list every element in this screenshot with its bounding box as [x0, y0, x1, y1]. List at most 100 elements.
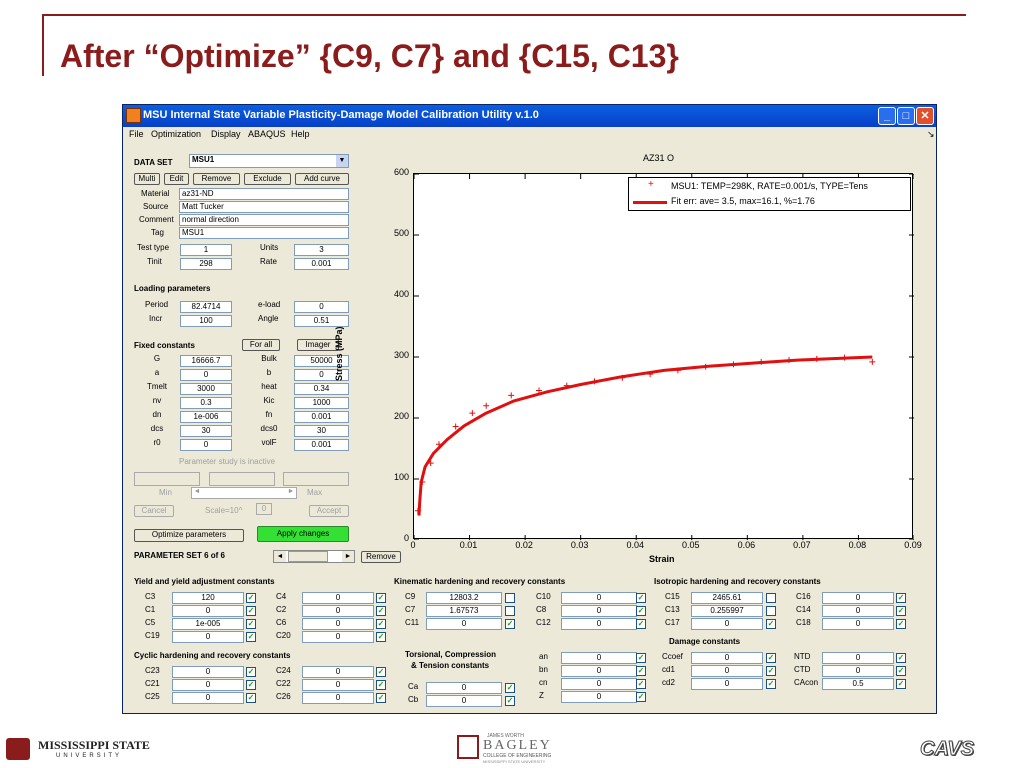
eload-field[interactable]: 0	[294, 301, 349, 313]
slider-left-icon[interactable]: ◄	[192, 488, 202, 498]
kinematic-check-0-1[interactable]: ✓	[636, 593, 646, 603]
torsion-r-field-2[interactable]: 0	[561, 678, 637, 690]
kinematic-field-1-0[interactable]: 1.67573	[426, 605, 502, 617]
forall-button[interactable]: For all	[242, 339, 280, 351]
yield-field-3-0[interactable]: 0	[172, 631, 244, 643]
rate-field[interactable]: 0.001	[294, 258, 349, 270]
fixed-field-r-2[interactable]: 0.34	[294, 383, 349, 395]
kinematic-check-2-1[interactable]: ✓	[636, 619, 646, 629]
fixed-field-0[interactable]: 16666.7	[180, 355, 232, 367]
isotropic-field-2-1[interactable]: 0	[822, 618, 894, 630]
damage-check-r-2[interactable]: ✓	[896, 679, 906, 689]
fixed-field-6[interactable]: 0	[180, 439, 232, 451]
isotropic-field-2-0[interactable]: 0	[691, 618, 763, 630]
isotropic-check-2-0[interactable]: ✓	[766, 619, 776, 629]
fixed-field-3[interactable]: 0.3	[180, 397, 232, 409]
isotropic-field-0-0[interactable]: 2465.61	[691, 592, 763, 604]
remove-curve-button[interactable]: Remove	[193, 173, 240, 185]
remove-paramset-button[interactable]: Remove	[361, 551, 401, 563]
yield-field-1-0[interactable]: 0	[172, 605, 244, 617]
torsion-r-field-0[interactable]: 0	[561, 652, 637, 664]
damage-field-r-0[interactable]: 0	[822, 652, 894, 664]
torsion-r-check-3[interactable]: ✓	[636, 692, 646, 702]
maximize-button[interactable]: □	[897, 107, 915, 125]
menu-file[interactable]: File	[129, 129, 144, 139]
torsion-r-field-3[interactable]: 0	[561, 691, 637, 703]
cyclic-check-0-1[interactable]: ✓	[376, 667, 386, 677]
fixed-field-r-6[interactable]: 0.001	[294, 439, 349, 451]
menu-display[interactable]: Display	[211, 129, 241, 139]
yield-check-2-1[interactable]: ✓	[376, 619, 386, 629]
paramset-scrollbar[interactable]: ◄ ►	[273, 550, 355, 563]
damage-field-2[interactable]: 0	[691, 678, 763, 690]
kinematic-check-0-0[interactable]	[505, 593, 515, 603]
minimize-button[interactable]: _	[878, 107, 896, 125]
title-bar[interactable]: MSU Internal State Variable Plasticity-D…	[123, 105, 936, 127]
dataset-select[interactable]: MSU1 ▼	[189, 154, 349, 168]
testtype-field[interactable]: 1	[180, 244, 232, 256]
cyclic-field-0-0[interactable]: 0	[172, 666, 244, 678]
scroll-right-icon[interactable]: ►	[342, 551, 354, 562]
kinematic-field-2-1[interactable]: 0	[561, 618, 637, 630]
fixed-field-2[interactable]: 3000	[180, 383, 232, 395]
apply-changes-button[interactable]: Apply changes	[257, 526, 349, 542]
angle-field[interactable]: 0.51	[294, 315, 349, 327]
edit-button[interactable]: Edit	[164, 173, 189, 185]
units-field[interactable]: 3	[294, 244, 349, 256]
cyclic-check-2-0[interactable]: ✓	[246, 693, 256, 703]
imager-button[interactable]: Imager	[297, 339, 339, 351]
fixed-field-r-5[interactable]: 30	[294, 425, 349, 437]
isotropic-check-1-1[interactable]: ✓	[896, 606, 906, 616]
param-field-1[interactable]	[134, 472, 200, 486]
damage-check-0[interactable]: ✓	[766, 653, 776, 663]
source-field[interactable]: Matt Tucker	[179, 201, 349, 213]
param-field-2[interactable]	[209, 472, 275, 486]
torsion-check-0[interactable]: ✓	[505, 683, 515, 693]
isotropic-field-1-0[interactable]: 0.255997	[691, 605, 763, 617]
cyclic-check-2-1[interactable]: ✓	[376, 693, 386, 703]
damage-check-1[interactable]: ✓	[766, 666, 776, 676]
isotropic-check-1-0[interactable]	[766, 606, 776, 616]
damage-field-r-2[interactable]: 0.5	[822, 678, 894, 690]
menu-help[interactable]: Help	[291, 129, 310, 139]
yield-field-1-1[interactable]: 0	[302, 605, 374, 617]
menu-abaqus[interactable]: ABAQUS	[248, 129, 286, 139]
multi-button[interactable]: Multi	[134, 173, 160, 185]
torsion-field-0[interactable]: 0	[426, 682, 502, 694]
torsion-r-check-0[interactable]: ✓	[636, 653, 646, 663]
yield-check-1-0[interactable]: ✓	[246, 606, 256, 616]
cyclic-field-2-0[interactable]: 0	[172, 692, 244, 704]
yield-check-3-0[interactable]: ✓	[246, 632, 256, 642]
cancel-button[interactable]: Cancel	[134, 505, 174, 517]
yield-field-0-1[interactable]: 0	[302, 592, 374, 604]
yield-field-3-1[interactable]: 0	[302, 631, 374, 643]
accept-button[interactable]: Accept	[309, 505, 349, 517]
yield-field-0-0[interactable]: 120	[172, 592, 244, 604]
period-field[interactable]: 82.4714	[180, 301, 232, 313]
torsion-r-check-1[interactable]: ✓	[636, 666, 646, 676]
cyclic-check-0-0[interactable]: ✓	[246, 667, 256, 677]
toolbar-arrow-icon[interactable]: ↘	[927, 129, 935, 140]
cyclic-field-2-1[interactable]: 0	[302, 692, 374, 704]
yield-field-2-0[interactable]: 1e-005	[172, 618, 244, 630]
slider-right-icon[interactable]: ►	[286, 488, 296, 498]
kinematic-field-1-1[interactable]: 0	[561, 605, 637, 617]
yield-check-1-1[interactable]: ✓	[376, 606, 386, 616]
scale-field[interactable]: 0	[256, 503, 272, 515]
kinematic-field-0-0[interactable]: 12803.2	[426, 592, 502, 604]
tinit-field[interactable]: 298	[180, 258, 232, 270]
kinematic-check-1-1[interactable]: ✓	[636, 606, 646, 616]
cyclic-check-1-1[interactable]: ✓	[376, 680, 386, 690]
kinematic-check-1-0[interactable]	[505, 606, 515, 616]
kinematic-check-2-0[interactable]: ✓	[505, 619, 515, 629]
kinematic-field-0-1[interactable]: 0	[561, 592, 637, 604]
fixed-field-r-4[interactable]: 0.001	[294, 411, 349, 423]
torsion-r-check-2[interactable]: ✓	[636, 679, 646, 689]
isotropic-check-2-1[interactable]: ✓	[896, 619, 906, 629]
fixed-field-4[interactable]: 1e-006	[180, 411, 232, 423]
yield-check-0-0[interactable]: ✓	[246, 593, 256, 603]
scroll-left-icon[interactable]: ◄	[274, 551, 286, 562]
yield-check-2-0[interactable]: ✓	[246, 619, 256, 629]
isotropic-check-0-1[interactable]: ✓	[896, 593, 906, 603]
yield-check-3-1[interactable]: ✓	[376, 632, 386, 642]
